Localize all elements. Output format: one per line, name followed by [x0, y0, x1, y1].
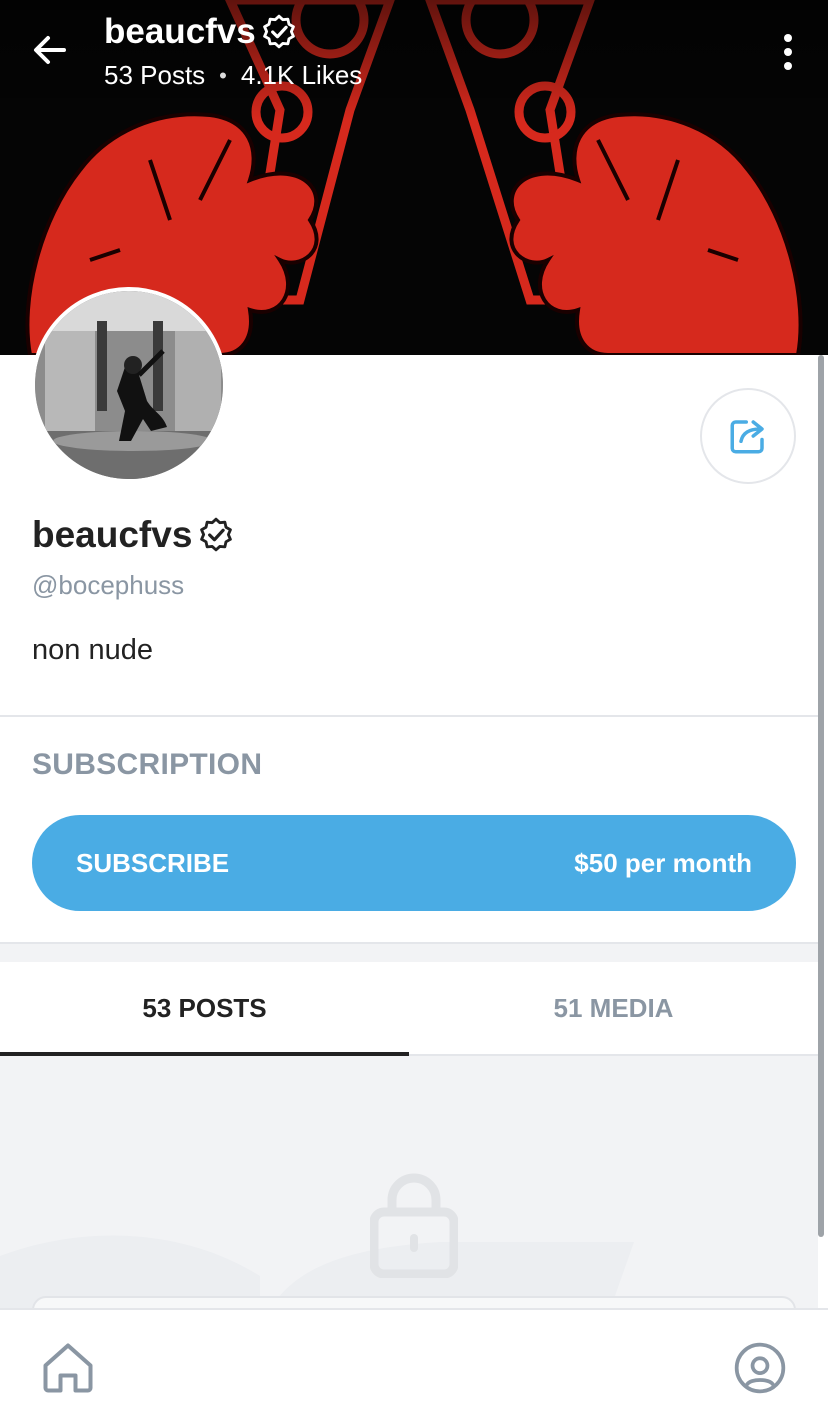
user-circle-icon [734, 1342, 786, 1394]
tab-media[interactable]: 51 MEDIA [409, 962, 818, 1054]
share-icon [730, 420, 764, 454]
profile-button[interactable] [732, 1340, 788, 1396]
more-options-button[interactable] [776, 30, 800, 74]
back-button[interactable] [28, 28, 72, 72]
subscribe-button[interactable]: SUBSCRIBE $50 per month [32, 815, 796, 911]
verified-badge-icon [200, 517, 233, 552]
lock-icon [370, 1173, 458, 1278]
content-tabs: 53 POSTS 51 MEDIA [0, 962, 818, 1056]
profile-name: beaucfvs [32, 514, 235, 556]
header-name: beaucfvs [104, 12, 298, 52]
posts-count: 53 Posts [104, 60, 206, 90]
subscribe-price: $50 per month [574, 847, 752, 878]
profile-name-text: beaucfvs [32, 514, 193, 555]
avatar[interactable] [31, 287, 227, 483]
home-icon [43, 1343, 93, 1393]
likes-count: 4.1K Likes [240, 60, 363, 90]
more-dot [784, 62, 792, 70]
header-stats: 53 Posts • 4.1K Likes [104, 60, 362, 91]
more-vertical-icon [784, 34, 792, 42]
share-button[interactable] [700, 388, 796, 484]
scrollbar[interactable] [818, 355, 824, 1237]
profile-handle: @bocephuss [32, 570, 185, 600]
locked-content-area [0, 1056, 818, 1310]
bottom-navigation [0, 1308, 828, 1421]
header-name-text: beaucfvs [104, 12, 256, 51]
more-dot [784, 48, 792, 56]
tab-posts[interactable]: 53 POSTS [0, 962, 409, 1056]
subscription-heading: SUBSCRIPTION [32, 748, 263, 781]
verified-badge-icon [262, 14, 295, 49]
profile-bio: non nude [32, 634, 153, 666]
top-bar: beaucfvs 53 Posts • 4.1K Likes [0, 0, 828, 110]
stats-separator: • [219, 62, 227, 88]
avatar-photo [35, 291, 223, 479]
subscribe-label: SUBSCRIBE [76, 847, 230, 878]
arrow-left-icon [34, 36, 66, 64]
section-divider [0, 715, 818, 717]
home-button[interactable] [38, 1338, 98, 1398]
section-gap [0, 944, 818, 962]
